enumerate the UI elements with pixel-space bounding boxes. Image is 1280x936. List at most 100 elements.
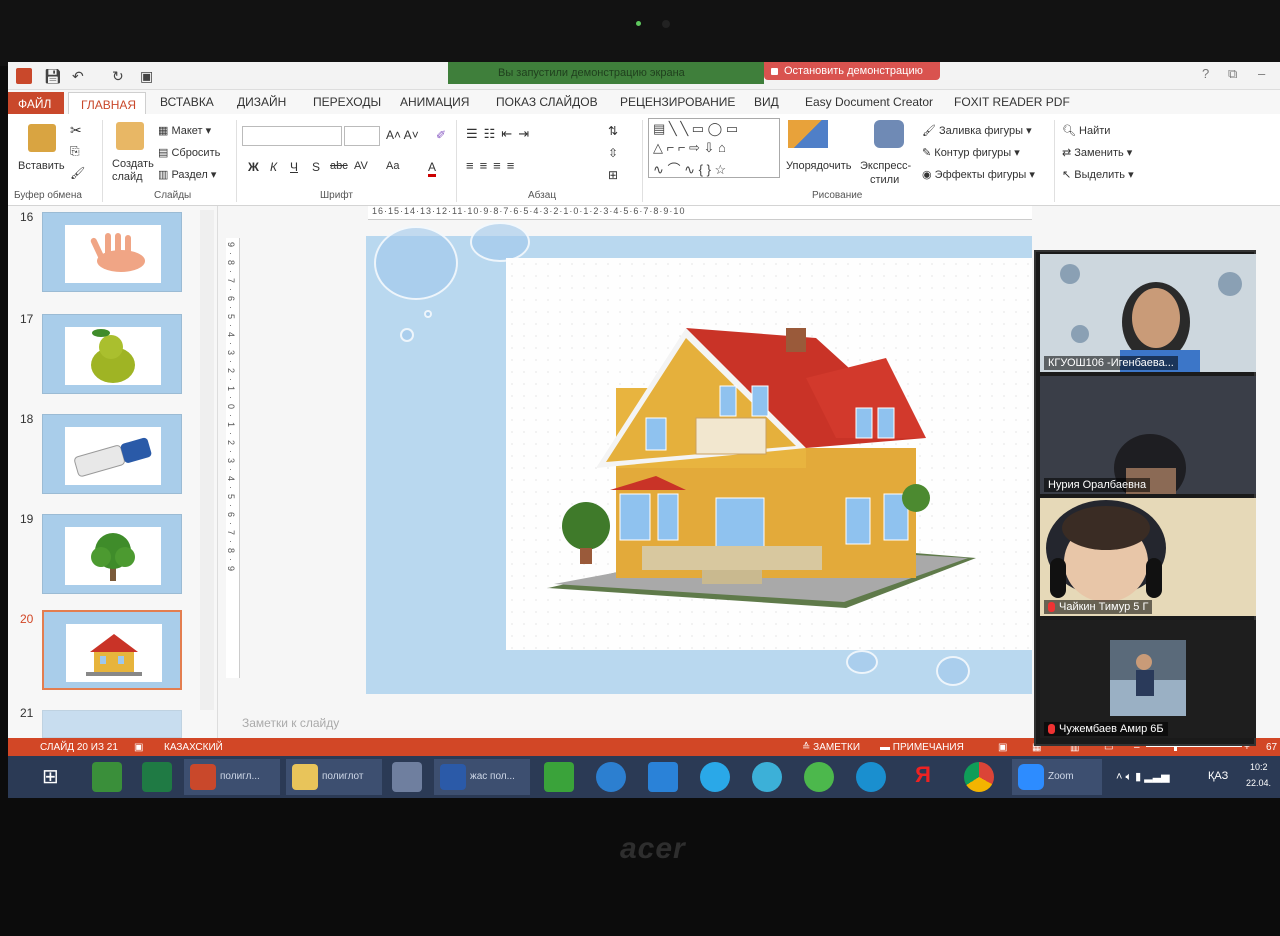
thumbnail-scrollbar[interactable] [200, 210, 214, 710]
whatsapp-icon[interactable] [804, 762, 834, 792]
section-button[interactable]: ▥ Раздел ▾ [158, 168, 216, 181]
notes-button[interactable]: ≙ ЗАМЕТКИ [802, 742, 860, 753]
tab-home[interactable]: ГЛАВНАЯ [68, 92, 146, 116]
quick-styles-icon[interactable] [874, 120, 904, 148]
language-indicator[interactable]: КАЗАХСКИЙ [164, 742, 223, 753]
tab-view[interactable]: ВИД [754, 95, 779, 109]
participant-tile[interactable]: Нурия Оралбаевна [1040, 376, 1256, 494]
store-icon[interactable] [544, 762, 574, 792]
powerpoint-icon[interactable] [16, 68, 32, 84]
notes-placeholder[interactable]: Заметки к слайду [242, 716, 339, 730]
new-slide-button[interactable]: Создать слайд [112, 158, 154, 184]
text-direction-icon[interactable]: ⇅ [608, 124, 618, 138]
slide-number: 21 [20, 706, 34, 720]
paint-icon[interactable] [392, 762, 422, 792]
quick-styles-button[interactable]: Экспресс- [860, 160, 911, 172]
tab-animation[interactable]: АНИМАЦИЯ [400, 95, 469, 109]
scanner-icon[interactable] [648, 762, 678, 792]
tab-review[interactable]: РЕЦЕНЗИРОВАНИЕ [620, 95, 735, 109]
participant-tile[interactable]: КГУОШ106 -Игенбаева... [1040, 254, 1256, 372]
clear-format-icon[interactable]: ✐ [436, 128, 446, 142]
reset-button[interactable]: ▤ Сбросить [158, 146, 220, 159]
zoom-slider[interactable] [1146, 746, 1242, 747]
shape-outline-button[interactable]: ✎ Контур фигуры ▾ [922, 146, 1020, 159]
format-painter-icon[interactable]: 🖌︎ [70, 166, 85, 180]
paste-icon[interactable] [28, 124, 56, 152]
layout-button[interactable]: ▦ Макет ▾ [158, 124, 211, 137]
font-color-button[interactable]: A [428, 160, 437, 177]
shape-effects-button[interactable]: ◉ Эффекты фигуры ▾ [922, 168, 1035, 181]
tray-icons[interactable]: ˄ 🔈︎ ▮ ▂▃▅ [1116, 770, 1170, 784]
slide-thumbnail-19[interactable] [42, 514, 182, 594]
save-icon[interactable]: 💾︎ [44, 68, 62, 85]
grow-font-icon[interactable]: A˄ A˅ [386, 128, 419, 142]
slide-canvas[interactable] [366, 222, 1032, 694]
house-image[interactable] [506, 258, 1032, 650]
align-text-icon[interactable]: ⇳ [608, 146, 618, 160]
internet-explorer-icon[interactable] [596, 762, 626, 792]
participant-tile[interactable]: Чайкин Тимур 5 Г [1040, 498, 1256, 616]
font-size-select[interactable] [344, 126, 380, 146]
tab-file[interactable]: ФАЙЛ [8, 92, 64, 114]
help-icon[interactable]: ? [1202, 66, 1209, 81]
char-spacing-button[interactable]: AV [354, 160, 368, 172]
excel-icon[interactable] [142, 762, 172, 792]
clock-time[interactable]: 10:2 [1250, 762, 1268, 772]
underline-button[interactable]: Ч [290, 160, 298, 174]
clock-date[interactable]: 22.04. [1246, 778, 1271, 788]
chrome-icon[interactable] [964, 762, 994, 792]
minimize-icon[interactable]: – [1258, 66, 1265, 81]
redo-icon[interactable]: ↻ [112, 68, 124, 85]
bold-button[interactable]: Ж [248, 160, 259, 174]
arrange-button[interactable]: Упорядочить [786, 160, 851, 172]
participant-tile[interactable]: Чужембаев Амир 6Б [1040, 620, 1256, 738]
slideshow-icon[interactable]: ▣ [140, 68, 153, 85]
slide-thumbnail-16[interactable] [42, 212, 182, 292]
windows-start-icon[interactable]: ⊞ [42, 764, 72, 794]
spellcheck-icon[interactable]: ▣ [134, 742, 143, 753]
paste-button[interactable]: Вставить [18, 160, 65, 172]
keyboard-language[interactable]: ҚАЗ [1208, 770, 1228, 782]
skype-icon[interactable] [700, 762, 730, 792]
star-shape-icon[interactable]: ∿ ⌒ ∿ { } ☆ [653, 159, 726, 178]
shapes-gallery[interactable]: ▤ ╲ ╲ ▭ ◯ ▭ △ ⌐ ⌐ ⇨ ⇩ ⌂ ∿ ⌒ ∿ { } ☆ [648, 118, 780, 178]
replace-button[interactable]: ⇄ Заменить ▾ [1062, 146, 1132, 159]
shape-fill-button[interactable]: 🖌︎ Заливка фигуры ▾ [922, 124, 1032, 137]
tab-insert[interactable]: ВСТАВКА [160, 95, 214, 109]
normal-view-icon[interactable]: ▣ [998, 742, 1007, 753]
zoom-level[interactable]: 67 [1266, 742, 1277, 753]
slide-thumbnail-18[interactable] [42, 414, 182, 494]
new-slide-icon[interactable] [116, 122, 144, 150]
smartart-icon[interactable]: ⊞ [608, 168, 618, 182]
shadow-button[interactable]: S [312, 160, 320, 174]
align-buttons[interactable]: ≡≡≡≡ [466, 158, 520, 173]
restore-icon[interactable]: ⧉ [1228, 66, 1237, 82]
tab-slideshow[interactable]: ПОКАЗ СЛАЙДОВ [496, 95, 598, 109]
tab-easy-document-creator[interactable]: Easy Document Creator [805, 95, 933, 109]
stop-share-button[interactable]: Остановить демонстрацию [764, 62, 940, 80]
tab-foxit-reader[interactable]: FOXIT READER PDF [954, 95, 1070, 109]
italic-button[interactable]: К [270, 160, 277, 174]
list-buttons[interactable]: ☰☷⇤⇥ [466, 126, 535, 142]
arrange-icon[interactable] [788, 120, 828, 148]
tab-transitions[interactable]: ПЕРЕХОДЫ [313, 95, 381, 109]
cut-icon[interactable]: ✂ [70, 122, 82, 139]
select-button[interactable]: ↖ Выделить ▾ [1062, 168, 1134, 181]
change-case-button[interactable]: Aa [386, 160, 399, 172]
undo-icon[interactable]: ↶ [72, 68, 84, 85]
yandex-icon[interactable]: Я [908, 762, 938, 792]
comments-button[interactable]: ▬ ПРИМЕЧАНИЯ [880, 742, 964, 753]
copy-icon[interactable]: ⎘ [70, 144, 80, 159]
find-button[interactable]: 🔍︎ Найти [1062, 124, 1110, 137]
slide-thumbnail-20[interactable] [42, 610, 182, 690]
slide-thumbnail-21[interactable] [42, 710, 182, 738]
triangle-shape-icon[interactable]: △ ⌐ ⌐ ⇨ ⇩ ⌂ [653, 140, 726, 156]
browser-icon[interactable] [752, 762, 782, 792]
calculator-icon[interactable] [92, 762, 122, 792]
font-name-select[interactable] [242, 126, 342, 146]
strikethrough-button[interactable]: abc [330, 160, 348, 172]
textbox-shape-icon[interactable]: ▤ ╲ ╲ ▭ ◯ ▭ [653, 121, 738, 137]
edge-icon[interactable] [856, 762, 886, 792]
slide-thumbnail-17[interactable] [42, 314, 182, 394]
tab-design[interactable]: ДИЗАЙН [237, 95, 286, 109]
